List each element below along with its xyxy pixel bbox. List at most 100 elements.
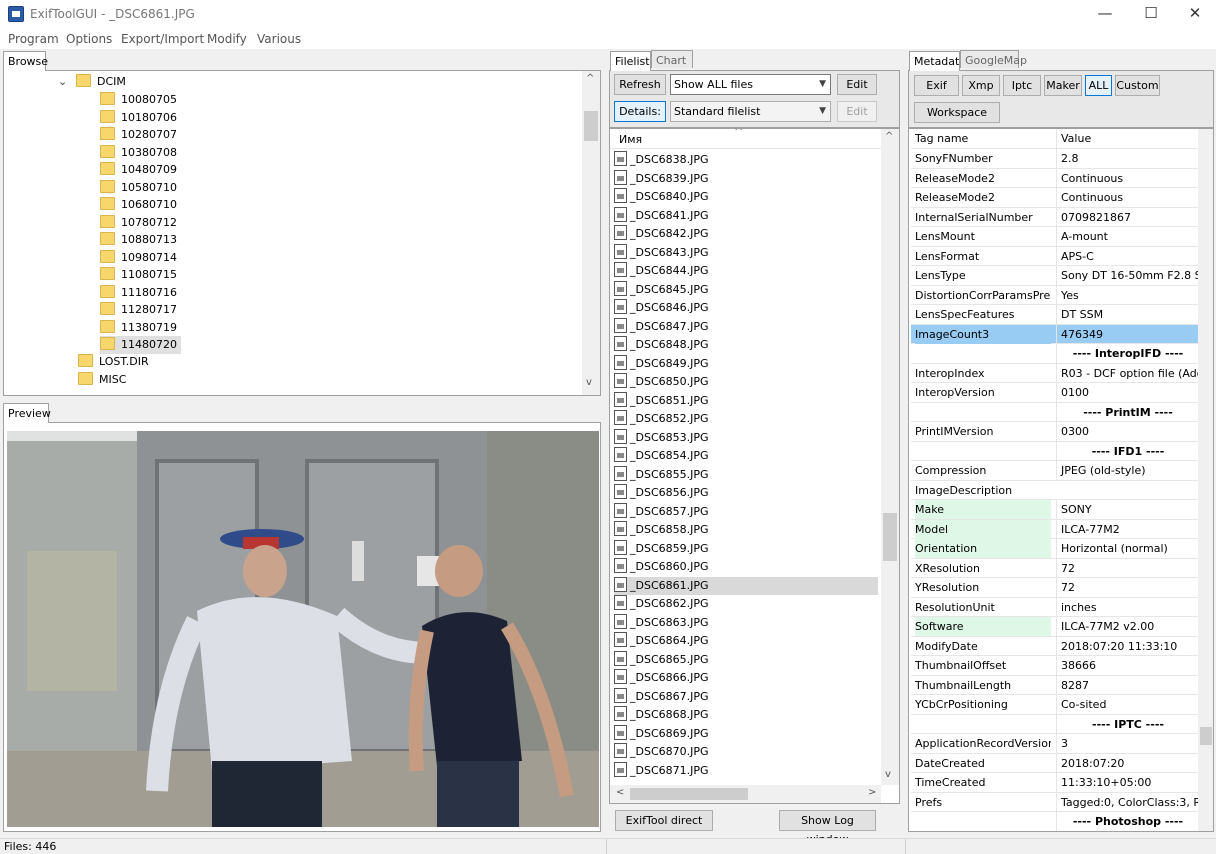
column-name-header[interactable]: Имя bbox=[619, 133, 642, 146]
scrollbar-thumb[interactable] bbox=[883, 513, 897, 561]
file-list-item[interactable]: _DSC6871.JPG bbox=[614, 761, 878, 780]
menu-various[interactable]: Various bbox=[257, 32, 301, 46]
tree-node-misc[interactable]: MISC bbox=[78, 371, 126, 389]
tree-node-dcim[interactable]: ⌄ DCIM bbox=[58, 73, 126, 91]
file-list-item[interactable]: _DSC6854.JPG bbox=[614, 447, 878, 465]
details-button[interactable]: Details: bbox=[614, 101, 666, 122]
tree-node-lost-dir[interactable]: LOST.DIR bbox=[78, 353, 149, 371]
details-view-select[interactable]: Standard filelist ▼ bbox=[670, 101, 831, 122]
metadata-row[interactable]: LensFormat APS-C bbox=[911, 246, 1199, 266]
metadata-scrollbar[interactable] bbox=[1198, 129, 1213, 831]
metadata-section-header[interactable]: ---- IPTC ---- bbox=[911, 714, 1199, 734]
edit-filter-button[interactable]: Edit bbox=[837, 74, 877, 95]
metadata-row[interactable]: Prefs Tagged:0, ColorClass:3, Rating:0 bbox=[911, 792, 1199, 812]
tree-node-folder[interactable]: 10680710 bbox=[100, 196, 177, 214]
maximize-button[interactable]: ☐ bbox=[1128, 0, 1174, 29]
metadata-row[interactable]: ImageCount3 476349 bbox=[911, 324, 1199, 344]
file-list-item[interactable]: _DSC6839.JPG bbox=[614, 169, 878, 188]
menu-export-import[interactable]: Export/Import bbox=[121, 32, 204, 46]
minimize-button[interactable]: — bbox=[1082, 0, 1128, 29]
tab-filelist[interactable]: Filelist bbox=[610, 51, 651, 71]
scrollbar-thumb[interactable] bbox=[1200, 727, 1212, 745]
metadata-row[interactable]: ReleaseMode2 Continuous bbox=[911, 188, 1199, 208]
scroll-down-icon[interactable]: v bbox=[885, 769, 891, 780]
file-list-item[interactable]: _DSC6853.JPG bbox=[614, 428, 878, 447]
metadata-row[interactable]: YCbCrPositioning Co-sited bbox=[911, 695, 1199, 715]
metadata-row[interactable]: LensSpecFeatures DT SSM bbox=[911, 305, 1199, 325]
file-list-item[interactable]: _DSC6863.JPG bbox=[614, 613, 878, 632]
file-list-item[interactable]: _DSC6844.JPG bbox=[614, 262, 878, 280]
tree-scrollbar[interactable]: ^ v bbox=[582, 71, 600, 395]
file-list-item[interactable]: _DSC6857.JPG bbox=[614, 502, 878, 521]
file-list-item[interactable]: _DSC6838.JPG bbox=[614, 151, 878, 169]
tab-googlemap[interactable]: GoogleMap bbox=[960, 50, 1027, 68]
workspace-button[interactable]: Workspace bbox=[914, 102, 1000, 123]
file-list-item[interactable]: _DSC6842.JPG bbox=[614, 225, 878, 243]
metadata-row[interactable]: Make SONY bbox=[911, 500, 1199, 520]
menu-program[interactable]: Program bbox=[8, 32, 59, 46]
file-list-item[interactable]: _DSC6865.JPG bbox=[614, 650, 878, 669]
refresh-button[interactable]: Refresh bbox=[614, 74, 666, 95]
hscrollbar-thumb[interactable] bbox=[630, 788, 748, 800]
file-list-item[interactable]: _DSC6851.JPG bbox=[614, 391, 878, 410]
tree-node-folder[interactable]: 10480709 bbox=[100, 161, 177, 179]
file-list-item[interactable]: _DSC6868.JPG bbox=[614, 706, 878, 724]
file-list-item[interactable]: _DSC6855.JPG bbox=[614, 465, 878, 484]
file-list-item[interactable]: _DSC6848.JPG bbox=[614, 336, 878, 354]
tree-node-folder[interactable]: 11280717 bbox=[100, 301, 177, 319]
metadata-row[interactable]: InteropVersion 0100 bbox=[911, 383, 1199, 403]
file-list-item[interactable]: _DSC6869.JPG bbox=[614, 724, 878, 743]
metadata-row[interactable]: YResolution 72 bbox=[911, 578, 1199, 598]
metadata-row[interactable]: Model ILCA-77M2 bbox=[911, 519, 1199, 539]
file-list-hscrollbar[interactable]: < > bbox=[610, 785, 881, 803]
value-header[interactable]: Value bbox=[1056, 129, 1091, 149]
metadata-row[interactable]: ThumbnailLength 8287 bbox=[911, 675, 1199, 695]
tree-node-folder[interactable]: 11480720 bbox=[100, 336, 181, 354]
metadata-row[interactable]: ModifyDate 2018:07:20 11:33:10 bbox=[911, 636, 1199, 656]
metadata-row[interactable]: InternalSerialNumber 0709821867 bbox=[911, 207, 1199, 227]
filter-xmp-button[interactable]: Xmp bbox=[962, 75, 1000, 96]
tree-node-folder[interactable]: 10380708 bbox=[100, 144, 177, 162]
metadata-row[interactable]: Compression JPEG (old-style) bbox=[911, 461, 1199, 481]
metadata-section-header[interactable]: ---- IFD1 ---- bbox=[911, 441, 1199, 461]
file-list-item[interactable]: _DSC6864.JPG bbox=[614, 632, 878, 650]
menu-modify[interactable]: Modify bbox=[207, 32, 247, 46]
tab-chart[interactable]: Chart bbox=[651, 50, 693, 68]
metadata-row[interactable]: SonyFNumber 2.8 bbox=[911, 149, 1199, 169]
metadata-section-header[interactable]: ---- InteropIFD ---- bbox=[911, 344, 1199, 364]
file-list-item[interactable]: _DSC6847.JPG bbox=[614, 317, 878, 336]
metadata-section-header[interactable]: ---- Photoshop ---- bbox=[911, 812, 1199, 831]
metadata-row[interactable]: DistortionCorrParamsPresent Yes bbox=[911, 285, 1199, 305]
file-filter-select[interactable]: Show ALL files ▼ bbox=[670, 74, 831, 95]
tree-node-folder[interactable]: 10180706 bbox=[100, 109, 177, 127]
file-list-item[interactable]: _DSC6870.JPG bbox=[614, 743, 878, 761]
file-list-item[interactable]: _DSC6861.JPG bbox=[614, 576, 878, 595]
filter-all-button[interactable]: ALL bbox=[1085, 75, 1112, 96]
tree-node-folder[interactable]: 10880713 bbox=[100, 231, 177, 249]
tree-node-folder[interactable]: 10580710 bbox=[100, 179, 177, 197]
tree-node-folder[interactable]: 11080715 bbox=[100, 266, 177, 284]
metadata-row[interactable]: LensType Sony DT 16-50mm F2.8 SSM bbox=[911, 266, 1199, 286]
tree-node-folder[interactable]: 10980714 bbox=[100, 249, 177, 267]
file-list-item[interactable]: _DSC6852.JPG bbox=[614, 410, 878, 428]
metadata-row[interactable]: Software ILCA-77M2 v2.00 bbox=[911, 617, 1199, 637]
metadata-row[interactable]: ThumbnailOffset 38666 bbox=[911, 656, 1199, 676]
filter-custom-button[interactable]: Custom bbox=[1115, 75, 1160, 96]
tree-node-folder[interactable]: 11380719 bbox=[100, 319, 177, 337]
tab-preview[interactable]: Preview bbox=[3, 403, 51, 423]
scroll-right-icon[interactable]: > bbox=[868, 787, 876, 798]
file-list-item[interactable]: _DSC6846.JPG bbox=[614, 299, 878, 317]
scroll-up-icon[interactable]: ^ bbox=[885, 131, 893, 142]
filter-maker-button[interactable]: Maker bbox=[1044, 75, 1082, 96]
edit-details-button[interactable]: Edit bbox=[837, 101, 877, 122]
tab-metadata[interactable]: Metadata bbox=[909, 51, 966, 71]
metadata-row[interactable]: ReleaseMode2 Continuous bbox=[911, 168, 1199, 188]
close-button[interactable]: ✕ bbox=[1172, 0, 1216, 29]
tree-node-folder[interactable]: 11180716 bbox=[100, 284, 177, 302]
show-log-button[interactable]: Show Log window bbox=[779, 810, 876, 846]
file-list-item[interactable]: _DSC6862.JPG bbox=[614, 595, 878, 613]
metadata-row[interactable]: ResolutionUnit inches bbox=[911, 597, 1199, 617]
metadata-section-header[interactable]: ---- PrintIM ---- bbox=[911, 402, 1199, 422]
metadata-row[interactable]: LensMount A-mount bbox=[911, 227, 1199, 247]
menu-options[interactable]: Options bbox=[66, 32, 112, 46]
